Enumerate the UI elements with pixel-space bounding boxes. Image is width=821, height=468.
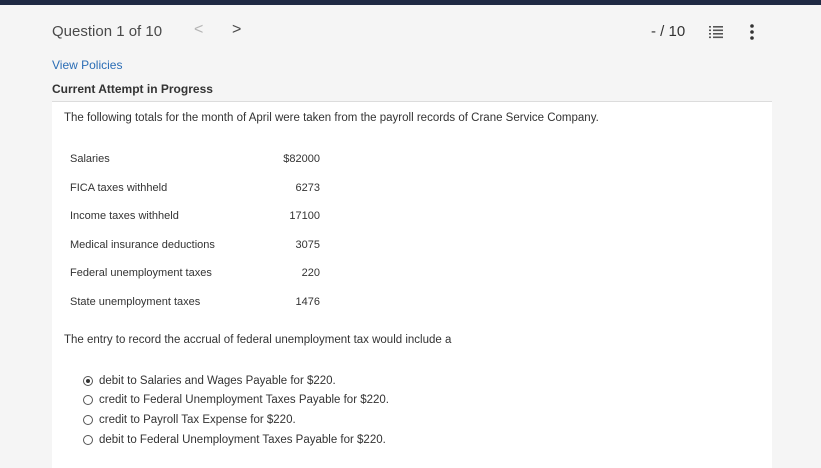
data-row-value: 17100 bbox=[289, 210, 320, 222]
answer-option-4[interactable]: debit to Federal Unemployment Taxes Paya… bbox=[83, 433, 386, 447]
question-counter: Question 1 of 10 bbox=[52, 23, 163, 40]
data-row-label: State unemployment taxes bbox=[70, 296, 201, 308]
radio-button[interactable] bbox=[83, 395, 93, 405]
data-row-label: Federal unemployment taxes bbox=[70, 267, 212, 279]
answer-option-2[interactable]: credit to Federal Unemployment Taxes Pay… bbox=[83, 393, 389, 407]
list-icon[interactable] bbox=[709, 25, 723, 39]
view-policies-link[interactable]: View Policies bbox=[52, 58, 122, 72]
answer-option-3[interactable]: credit to Payroll Tax Expense for $220. bbox=[83, 413, 296, 427]
data-row-value: 6273 bbox=[295, 182, 320, 194]
data-row-label: FICA taxes withheld bbox=[70, 182, 168, 194]
answer-option-text: debit to Federal Unemployment Taxes Paya… bbox=[99, 434, 386, 446]
data-row-label: Medical insurance deductions bbox=[70, 239, 215, 251]
data-row-value: 3075 bbox=[295, 239, 320, 251]
answer-option-text: credit to Payroll Tax Expense for $220. bbox=[99, 414, 296, 426]
answer-option-1[interactable]: debit to Salaries and Wages Payable for … bbox=[83, 374, 336, 388]
previous-question-icon[interactable]: < bbox=[194, 21, 203, 39]
radio-button[interactable] bbox=[83, 435, 93, 445]
data-row-label: Salaries bbox=[70, 153, 110, 165]
more-vertical-icon[interactable] bbox=[749, 24, 755, 40]
radio-button-selected[interactable] bbox=[83, 376, 93, 386]
score-display: - / 10 bbox=[651, 23, 686, 40]
radio-button[interactable] bbox=[83, 415, 93, 425]
problem-intro: The following totals for the month of Ap… bbox=[64, 112, 599, 124]
question-card: The following totals for the month of Ap… bbox=[52, 101, 772, 468]
data-row-value: $82000 bbox=[283, 153, 320, 165]
data-row-value: 1476 bbox=[295, 296, 320, 308]
data-row-label: Income taxes withheld bbox=[70, 210, 179, 222]
next-question-icon[interactable]: > bbox=[232, 21, 241, 39]
data-row-value: 220 bbox=[301, 267, 320, 279]
attempt-status: Current Attempt in Progress bbox=[52, 82, 213, 96]
answer-option-text: credit to Federal Unemployment Taxes Pay… bbox=[99, 394, 389, 406]
answer-option-text: debit to Salaries and Wages Payable for … bbox=[99, 375, 336, 387]
question-header: Question 1 of 10 < > - / 10 bbox=[0, 5, 821, 57]
question-prompt: The entry to record the accrual of feder… bbox=[64, 334, 452, 346]
